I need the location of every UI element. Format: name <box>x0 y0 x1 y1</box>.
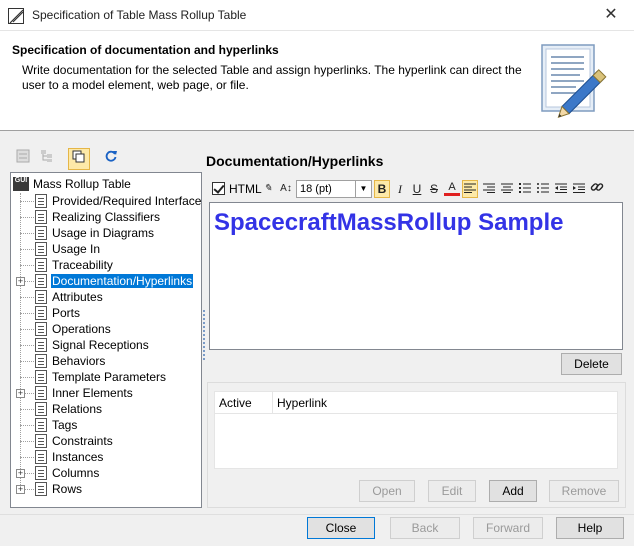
tree-item-constraints[interactable]: Constraints <box>11 433 201 449</box>
documentation-text: SpacecraftMassRollup Sample <box>214 209 564 236</box>
align-left-icon[interactable] <box>462 180 478 198</box>
html-checkbox[interactable] <box>212 182 225 195</box>
font-size-value: 18 (pt) <box>300 183 332 195</box>
page-icon <box>35 418 47 432</box>
table-icon: GUI <box>13 177 29 191</box>
add-button[interactable]: Add <box>489 480 537 502</box>
header-title: Specification of documentation and hyper… <box>12 43 279 57</box>
bold-icon[interactable]: B <box>374 180 390 198</box>
specification-tree: GUI Mass Rollup Table Provided/Required … <box>10 172 202 508</box>
chevron-down-icon: ▼ <box>355 181 371 197</box>
expand-plus-icon[interactable]: + <box>16 469 25 478</box>
page-icon <box>35 306 47 320</box>
page-icon <box>35 482 47 496</box>
refresh-icon[interactable] <box>100 148 122 170</box>
page-icon <box>35 434 47 448</box>
bullet-list-icon[interactable] <box>535 180 551 198</box>
font-color-icon[interactable]: A <box>444 180 460 196</box>
page-icon <box>35 354 47 368</box>
outdent-icon[interactable] <box>553 180 569 198</box>
tree-view-icon[interactable] <box>36 148 58 170</box>
page-icon <box>35 258 47 272</box>
close-icon[interactable]: ✕ <box>596 3 626 27</box>
tree-item-behaviors[interactable]: Behaviors <box>11 353 201 369</box>
app-icon <box>8 8 24 24</box>
column-header-hyperlink[interactable]: Hyperlink <box>273 392 617 414</box>
page-icon <box>35 242 47 256</box>
page-icon <box>35 386 47 400</box>
editor-toolbar: HTML ✎ A↕ 18 (pt) ▼ B I U S A <box>210 178 626 200</box>
html-label: HTML <box>229 182 262 196</box>
footer-divider <box>0 514 634 515</box>
delete-button[interactable]: Delete <box>561 353 622 375</box>
tree-item-instances[interactable]: Instances <box>11 449 201 465</box>
tree-item-realizing-classifiers[interactable]: Realizing Classifiers <box>11 209 201 225</box>
text-style-icon[interactable]: ✎ <box>260 180 276 198</box>
help-button[interactable]: Help <box>556 517 624 539</box>
expand-plus-icon[interactable]: + <box>16 389 25 398</box>
page-icon <box>35 338 47 352</box>
tree-item-relations[interactable]: Relations <box>11 401 201 417</box>
close-button[interactable]: Close <box>307 517 375 539</box>
link-icon[interactable] <box>589 180 605 198</box>
tree-item-rows[interactable]: + Rows <box>11 481 201 497</box>
page-icon <box>35 210 47 224</box>
tree-item-traceability[interactable]: Traceability <box>11 257 201 273</box>
column-header-active[interactable]: Active <box>215 392 273 414</box>
show-all-toggle-icon[interactable] <box>68 148 90 170</box>
font-size-icon[interactable]: A↕ <box>278 180 294 198</box>
align-center-icon[interactable] <box>499 180 515 198</box>
page-icon <box>35 370 47 384</box>
page-icon <box>35 466 47 480</box>
tree-item-documentation-hyperlinks[interactable]: + Documentation/Hyperlinks <box>11 273 201 289</box>
window-titlebar: Specification of Table Mass Rollup Table… <box>0 0 634 31</box>
expand-plus-icon[interactable]: + <box>16 485 25 494</box>
tree-item-inner-elements[interactable]: + Inner Elements <box>11 385 201 401</box>
tree-item-usage-in-diagrams[interactable]: Usage in Diagrams <box>11 225 201 241</box>
forward-button[interactable]: Forward <box>473 517 543 539</box>
hyperlinks-table[interactable]: Active Hyperlink <box>214 391 618 469</box>
expand-plus-icon[interactable]: + <box>16 277 25 286</box>
dialog-header: Specification of documentation and hyper… <box>0 31 634 131</box>
font-size-select[interactable]: 18 (pt) ▼ <box>296 180 372 198</box>
underline-icon[interactable]: U <box>409 180 425 198</box>
strikethrough-icon[interactable]: S <box>426 180 442 198</box>
numbered-list-icon[interactable] <box>517 180 533 198</box>
page-icon <box>35 194 47 208</box>
panel-splitter[interactable] <box>203 310 206 360</box>
tree-item-attributes[interactable]: Attributes <box>11 289 201 305</box>
documentation-editor[interactable]: SpacecraftMassRollup Sample <box>209 202 623 350</box>
indent-icon[interactable] <box>571 180 587 198</box>
tree-item-columns[interactable]: + Columns <box>11 465 201 481</box>
page-icon <box>35 450 47 464</box>
align-right-icon[interactable] <box>481 180 497 198</box>
tree-root-label: Mass Rollup Table <box>33 177 131 191</box>
tree-item-tags[interactable]: Tags <box>11 417 201 433</box>
page-icon <box>35 290 47 304</box>
page-icon <box>35 226 47 240</box>
page-icon <box>35 274 47 288</box>
header-description: Write documentation for the selected Tab… <box>22 63 522 92</box>
remove-button[interactable]: Remove <box>549 480 619 502</box>
tree-item-operations[interactable]: Operations <box>11 321 201 337</box>
italic-icon[interactable]: I <box>392 180 408 198</box>
tree-item-template-parameters[interactable]: Template Parameters <box>11 369 201 385</box>
section-title: Documentation/Hyperlinks <box>206 153 384 169</box>
window-title: Specification of Table Mass Rollup Table <box>32 8 247 22</box>
tree-item-signal-receptions[interactable]: Signal Receptions <box>11 337 201 353</box>
page-icon <box>35 322 47 336</box>
back-button[interactable]: Back <box>390 517 460 539</box>
tree-item-usage-in[interactable]: Usage In <box>11 241 201 257</box>
page-icon <box>35 402 47 416</box>
tree-item-provided-required-interfaces[interactable]: Provided/Required Interfaces <box>11 193 201 209</box>
edit-button[interactable]: Edit <box>428 480 476 502</box>
tree-item-ports[interactable]: Ports <box>11 305 201 321</box>
document-pencil-icon <box>541 44 607 118</box>
open-button[interactable]: Open <box>359 480 415 502</box>
expand-tree-icon[interactable] <box>12 148 34 170</box>
